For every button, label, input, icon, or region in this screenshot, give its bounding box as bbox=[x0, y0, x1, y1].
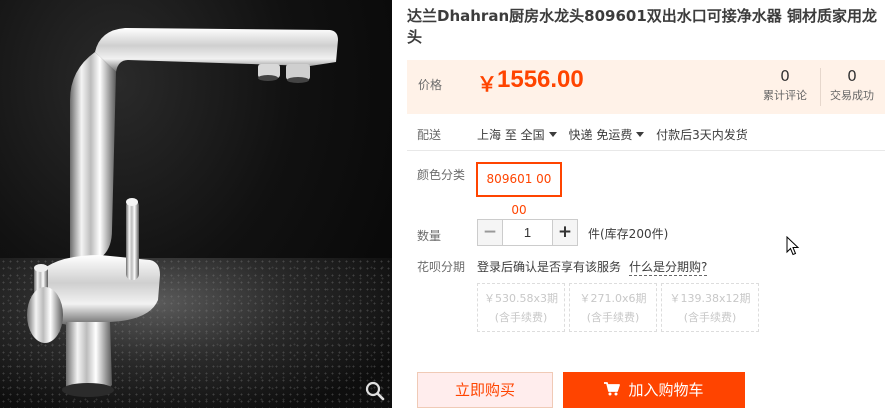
buy-now-button[interactable]: 立即购买 bbox=[417, 372, 553, 408]
installment-amount: ￥271.0x6期 bbox=[579, 292, 647, 305]
add-to-cart-button[interactable]: 加入购物车 bbox=[563, 372, 745, 408]
installment-plan-6[interactable]: ￥271.0x6期 (含手续费) bbox=[569, 283, 657, 332]
huabei-help-link[interactable]: 什么是分期购? bbox=[629, 258, 708, 276]
price-label: 价格 bbox=[418, 78, 443, 92]
chevron-down-icon[interactable] bbox=[636, 132, 645, 137]
price-value: 1556.00 bbox=[497, 66, 584, 93]
magnifier-icon[interactable] bbox=[364, 380, 386, 402]
installment-amount: ￥530.58x3期 bbox=[484, 292, 558, 305]
installment-fee: (含手续费) bbox=[494, 311, 548, 324]
installment-fee: (含手续费) bbox=[586, 311, 640, 324]
shopping-cart-icon bbox=[604, 382, 621, 396]
sales-count-stat: 0 交易成功 bbox=[820, 67, 884, 103]
faucet-photo bbox=[27, 28, 338, 397]
product-info: 达兰Dhahran厨房水龙头809601双出水口可接净水器 铜材质家用龙头 价格… bbox=[407, 0, 885, 408]
shipping-label: 配送 bbox=[417, 128, 442, 142]
chevron-down-icon[interactable] bbox=[548, 132, 557, 137]
quantity-stepper: − + bbox=[477, 219, 578, 246]
mouse-cursor-icon bbox=[786, 236, 800, 256]
review-count-label: 累计评论 bbox=[763, 89, 807, 102]
section-divider bbox=[407, 150, 885, 151]
price-panel: 价格 ￥ 1556.00 0 累计评论 0 交易成功 bbox=[407, 60, 885, 114]
huabei-label: 花呗分期 bbox=[417, 260, 466, 274]
product-image[interactable] bbox=[0, 0, 392, 408]
decrease-quantity-button[interactable]: − bbox=[477, 219, 503, 246]
review-count: 0 bbox=[780, 67, 790, 85]
increase-quantity-button[interactable]: + bbox=[552, 219, 578, 246]
installment-plan-12[interactable]: ￥139.38x12期 (含手续费) bbox=[661, 283, 759, 332]
sales-count: 0 bbox=[847, 67, 857, 85]
color-category-label: 颜色分类 bbox=[417, 168, 466, 182]
product-title: 达兰Dhahran厨房水龙头809601双出水口可接净水器 铜材质家用龙头 bbox=[407, 7, 877, 46]
shipping-info: 上海 至 全国 快递 免运费 付款后3天内发货 bbox=[477, 126, 748, 143]
currency-symbol: ￥ bbox=[477, 72, 497, 96]
shipping-destination[interactable]: 全国 bbox=[521, 128, 545, 142]
quantity-label: 数量 bbox=[417, 229, 442, 243]
review-count-stat[interactable]: 0 累计评论 bbox=[753, 67, 817, 103]
shipping-method[interactable]: 快递 免运费 bbox=[569, 128, 633, 142]
color-option-selected[interactable]: 809601 00 00 bbox=[476, 162, 562, 217]
installment-amount: ￥139.38x12期 bbox=[669, 292, 751, 305]
installment-fee: (含手续费) bbox=[683, 311, 737, 324]
installment-plan-3[interactable]: ￥530.58x3期 (含手续费) bbox=[477, 283, 565, 332]
sales-count-label: 交易成功 bbox=[830, 89, 874, 102]
add-to-cart-label: 加入购物车 bbox=[628, 381, 704, 399]
dispatch-time: 付款后3天内发货 bbox=[656, 128, 748, 142]
quantity-input[interactable] bbox=[503, 219, 552, 246]
stock-info: 件(库存200件) bbox=[588, 227, 669, 241]
shipping-from: 上海 至 bbox=[477, 128, 517, 142]
huabei-login-hint: 登录后确认是否享有该服务 bbox=[477, 260, 622, 274]
